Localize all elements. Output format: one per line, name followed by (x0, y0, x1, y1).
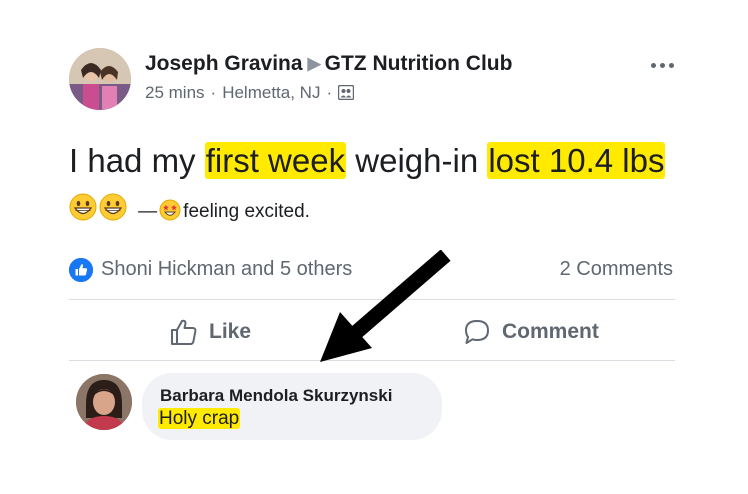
commenter-avatar[interactable] (76, 374, 132, 430)
thumbs-up-icon (171, 319, 197, 345)
grinning-face-icon (99, 187, 127, 221)
comment-button[interactable]: Comment (462, 316, 599, 348)
like-icon (69, 258, 93, 282)
comment-label: Comment (502, 320, 599, 343)
highlighted-text: Holy crap (158, 408, 241, 429)
annotation-arrow-icon (320, 250, 451, 362)
group-icon (337, 84, 355, 101)
feeling-text: feeling excited. (183, 201, 310, 222)
author-name[interactable]: Joseph Gravina (145, 52, 303, 75)
comment-bubble: Barbara Mendola Skurzynski Holy crap (142, 373, 442, 440)
highlighted-text: first week (204, 142, 347, 179)
author-avatar[interactable] (69, 48, 131, 110)
feeling-dash: — (138, 201, 158, 222)
share-arrow-icon: ▶ (307, 54, 321, 73)
more-icon[interactable] (650, 58, 676, 72)
like-button[interactable]: Like (169, 316, 251, 348)
comments-count[interactable]: 2 Comments (560, 258, 673, 281)
grinning-face-icon (69, 187, 97, 221)
post-text-part: weigh-in (346, 142, 488, 179)
post-meta: 25 mins · Helmetta, NJ · (145, 83, 355, 103)
feeling-activity: — feeling excited. (138, 199, 310, 222)
comment-author[interactable]: Barbara Mendola Skurzynski (160, 386, 392, 406)
meta-separator: · (326, 83, 333, 102)
post-header-title: Joseph Gravina ▶ GTZ Nutrition Club (145, 52, 512, 76)
meta-separator: · (210, 83, 217, 102)
post-location[interactable]: Helmetta, NJ (222, 83, 320, 102)
highlighted-text: lost 10.4 lbs (487, 142, 666, 179)
group-name[interactable]: GTZ Nutrition Club (325, 52, 513, 75)
star-struck-icon (159, 193, 181, 221)
like-label: Like (209, 320, 252, 343)
post-time[interactable]: 25 mins (145, 83, 205, 102)
post-body: I had my first week weigh-in lost 10.4 l… (69, 138, 689, 234)
comment-text: Holy crap (158, 408, 241, 430)
post-text-part: I had my (69, 142, 205, 179)
